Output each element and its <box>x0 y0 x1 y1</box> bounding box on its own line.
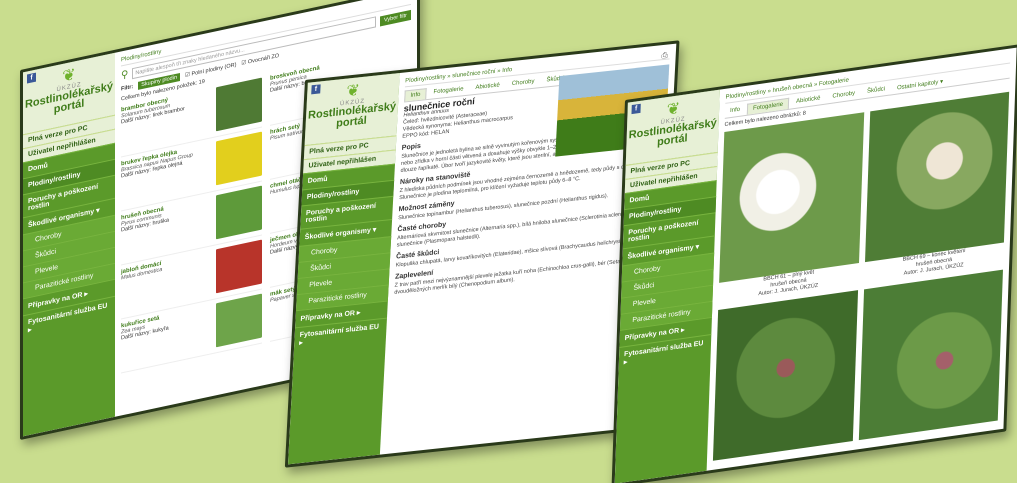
crop-image[interactable] <box>216 131 262 186</box>
screenshot-pear-gallery: f ❦ ÚKZÚZ Rostlinolékařský portál Plná v… <box>611 44 1017 483</box>
gallery-item[interactable] <box>858 269 1003 441</box>
crop-image[interactable] <box>216 185 262 240</box>
facebook-icon[interactable]: f <box>631 103 641 115</box>
photo-pear-flowers[interactable] <box>719 112 864 283</box>
sidebar: f ❦ ÚKZÚZ Rostlinolékařský portál Plná v… <box>23 52 115 437</box>
sidebar: f ❦ ÚKZÚZ Rostlinolékařský portál Plná v… <box>614 89 720 483</box>
tab-info[interactable]: Info <box>404 88 427 102</box>
photo-pear-branch[interactable] <box>858 269 1003 441</box>
crop-image[interactable] <box>216 77 262 132</box>
gallery-item[interactable]: BBCH 69 – konec květení hrušeň obecná Au… <box>864 91 1010 284</box>
tab-diseases[interactable]: Choroby <box>827 88 860 104</box>
gallery-item[interactable]: BBCH 61 – plný květ hrušeň obecná Autor:… <box>718 112 864 304</box>
tab-info[interactable]: Info <box>725 104 745 118</box>
photo-pear-fruitlets[interactable] <box>712 290 858 461</box>
search-icon: ⚲ <box>121 68 129 82</box>
facebook-icon[interactable]: f <box>311 84 321 95</box>
crop-image[interactable] <box>216 293 262 348</box>
main-content: Plodiny/rostliny » hrušeň obecná » Fotog… <box>707 48 1017 471</box>
crop-image[interactable] <box>216 239 262 294</box>
pdf-icon[interactable]: ⎙ <box>661 51 668 62</box>
gallery-item[interactable] <box>712 290 858 461</box>
photo-pear-blossom-end[interactable] <box>864 91 1010 263</box>
filter-button[interactable]: Vyber filtr <box>379 9 411 26</box>
tab-gallery[interactable]: Fotogalerie <box>746 97 790 115</box>
facebook-icon[interactable]: f <box>27 72 36 84</box>
tab-abiotic[interactable]: Abiotické <box>470 80 505 95</box>
tab-pests[interactable]: Škůdci <box>862 84 890 99</box>
photo-gallery: BBCH 61 – plný květ hrušeň obecná Autor:… <box>712 91 1010 461</box>
filter-label: Filtr: <box>121 83 134 93</box>
tab-abiotic[interactable]: Abiotické <box>791 93 826 109</box>
tab-diseases[interactable]: Choroby <box>506 76 539 91</box>
